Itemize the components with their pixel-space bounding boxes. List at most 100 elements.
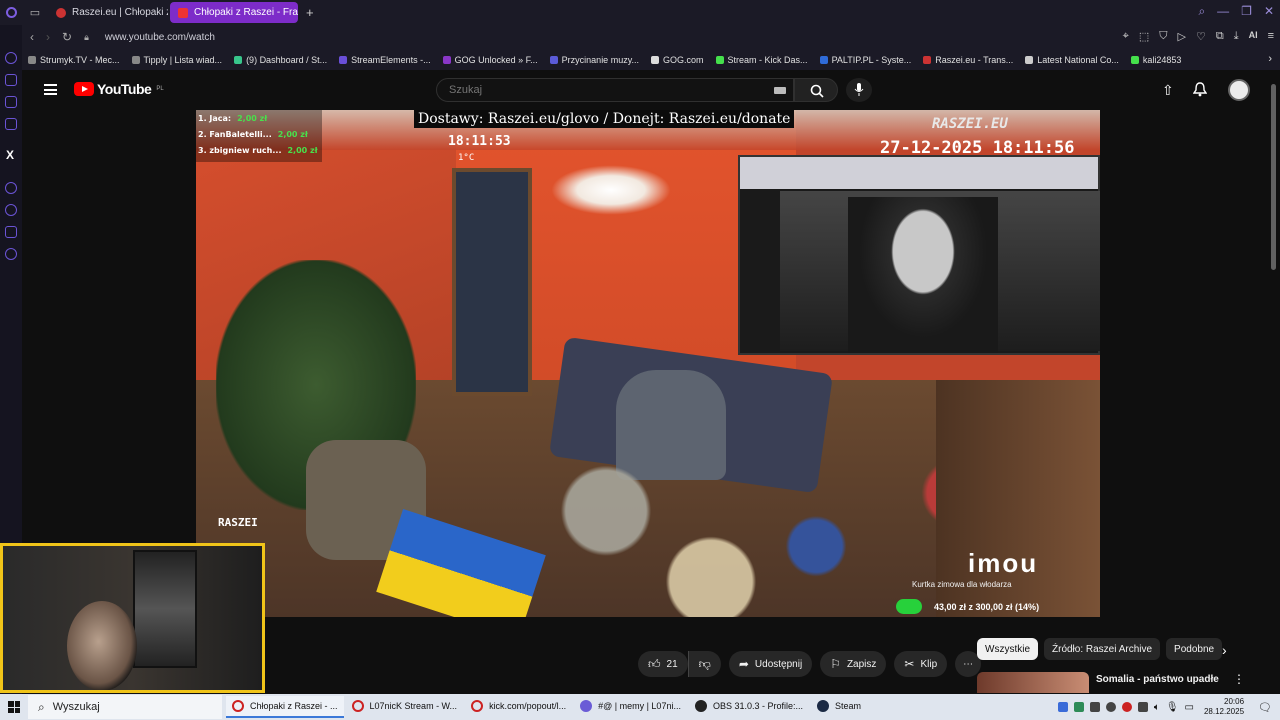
- hamburger-menu-icon[interactable]: [44, 84, 57, 95]
- chip-source[interactable]: Źródło: Raszei Archive: [1044, 638, 1161, 660]
- notifications-bell-icon[interactable]: [1192, 82, 1208, 100]
- webcam-poster: [133, 550, 197, 668]
- bookmark-icon: [442, 55, 451, 64]
- search-button[interactable]: [794, 78, 838, 102]
- bookmark-item[interactable]: Raszei.eu - Trans...: [923, 55, 1013, 65]
- player-icon[interactable]: [5, 182, 17, 194]
- taskbar-search[interactable]: ⌕ Wyszukaj: [28, 695, 222, 719]
- extensions-icon[interactable]: [5, 226, 17, 238]
- bookmark-item[interactable]: Strumyk.TV - Mec...: [28, 55, 120, 65]
- obs-icon: [694, 700, 707, 712]
- minimize-icon[interactable]: —: [1217, 4, 1229, 19]
- taskbar-item[interactable]: L07nicK Stream - W...: [346, 696, 464, 718]
- tray-app-icon[interactable]: [1073, 702, 1084, 712]
- overlay-raszei-label: RASZEI: [218, 516, 258, 529]
- bookmark-item[interactable]: PALTIP.PL - Syste...: [819, 55, 911, 65]
- start-button[interactable]: [0, 701, 28, 713]
- tab-label: Chłopaki z Raszei - Fra: [194, 7, 298, 18]
- menu-icon[interactable]: ≡: [1268, 30, 1274, 43]
- taskbar-item[interactable]: #@ | memy | L07ni...: [574, 696, 687, 718]
- thumbs-up-icon: 👍︎: [648, 656, 661, 671]
- taskbar-item[interactable]: Steam: [811, 696, 867, 718]
- video-title[interactable]: Somalia - państwo upadłe: [1096, 674, 1219, 685]
- video-thumbnail[interactable]: [977, 672, 1089, 693]
- keyboard-icon[interactable]: [774, 87, 786, 94]
- bookmark-item[interactable]: (9) Dashboard / St...: [234, 55, 327, 65]
- bookmark-icon: [923, 55, 932, 64]
- puzzle-icon[interactable]: ⧉: [1216, 30, 1224, 43]
- bookmark-item[interactable]: kali24853: [1130, 55, 1181, 65]
- save-button[interactable]: ⚐ Zapisz: [820, 651, 887, 677]
- volume-icon[interactable]: 🔈︎: [1154, 702, 1160, 713]
- bookmark-item[interactable]: Stream - Kick Das...: [715, 55, 808, 65]
- tray-app-icon[interactable]: [1057, 702, 1068, 712]
- like-button[interactable]: 👍︎ 21: [638, 651, 688, 677]
- microphone-icon[interactable]: 🎙︎: [1166, 702, 1179, 713]
- url-field[interactable]: www.youtube.com/watch: [105, 32, 215, 43]
- overlay-brand: RASZEI.EU: [932, 116, 1008, 132]
- search-input[interactable]: [436, 78, 794, 102]
- bookmark-item[interactable]: StreamElements -...: [339, 55, 431, 65]
- system-clock[interactable]: 20:06 28.12.2025: [1204, 697, 1244, 717]
- tab-youtube[interactable]: Chłopaki z Raszei - Fra: [170, 2, 298, 23]
- close-icon[interactable]: ✕: [1264, 4, 1274, 19]
- reload-icon[interactable]: ↻: [62, 30, 72, 44]
- network-icon[interactable]: ▭: [1185, 702, 1194, 713]
- shield-icon[interactable]: ⛉: [1159, 30, 1167, 43]
- bookmark-item[interactable]: Przycinanie muzy...: [549, 55, 639, 65]
- clip-button[interactable]: ✂ Klip: [894, 651, 948, 677]
- speaker-icon: [56, 7, 66, 18]
- account-avatar[interactable]: [1228, 79, 1250, 101]
- bookmark-item[interactable]: GOG.com: [651, 55, 704, 65]
- tray-app-icon[interactable]: [1137, 702, 1148, 712]
- search-tabs-icon[interactable]: ⌕: [1198, 4, 1205, 19]
- voice-search-button[interactable]: [846, 78, 872, 102]
- tray-app-icon[interactable]: [1105, 702, 1116, 712]
- dislike-button[interactable]: 👎︎: [687, 651, 721, 677]
- restore-icon[interactable]: ❐: [1241, 4, 1252, 19]
- forward-icon[interactable]: ›: [46, 30, 50, 44]
- chevron-right-icon[interactable]: ›: [1222, 642, 1227, 658]
- bookmark-item[interactable]: GOG Unlocked » F...: [442, 55, 538, 65]
- page-scrollbar[interactable]: [1271, 84, 1276, 270]
- messenger-icon[interactable]: [5, 52, 17, 64]
- play-icon[interactable]: ▷: [1178, 30, 1186, 43]
- opera-menu-icon[interactable]: [0, 0, 22, 25]
- new-tab-button[interactable]: +: [306, 5, 314, 20]
- video-player[interactable]: 1. Jaca: 2,00 zł 2. FanBaletelli... 2,00 z…: [196, 110, 1100, 617]
- chip-all[interactable]: Wszystkie: [977, 638, 1038, 660]
- bookmark-item[interactable]: Latest National Co...: [1025, 55, 1119, 65]
- ai-label[interactable]: AI: [1249, 30, 1258, 43]
- settings-icon[interactable]: [5, 248, 17, 260]
- youtube-logo[interactable]: YouTube PL: [74, 81, 164, 97]
- heart-icon[interactable]: ♡: [1196, 30, 1206, 43]
- share-button[interactable]: ➦ Udostępnij: [728, 651, 813, 677]
- tab-overview-icon[interactable]: ▭: [22, 6, 48, 19]
- inset-person: [848, 197, 998, 353]
- wallet-icon[interactable]: [5, 96, 17, 108]
- tab-raszei[interactable]: Raszei.eu | Chłopaki z: [48, 2, 168, 23]
- x-icon[interactable]: X: [6, 148, 14, 162]
- upload-icon[interactable]: ⇧: [1162, 82, 1174, 99]
- back-icon[interactable]: ‹: [30, 30, 34, 44]
- bookmark-item[interactable]: Tipply | Lista wiad...: [131, 55, 222, 65]
- recommended-video[interactable]: Somalia - państwo upadłe ⋮: [977, 672, 1267, 693]
- browser-tab-bar: ▭ Raszei.eu | Chłopaki z Chłopaki z Rasz…: [0, 0, 1280, 25]
- tray-app-icon[interactable]: [1121, 702, 1132, 712]
- donation-item: 2. FanBaletelli... 2,00 zł: [198, 130, 308, 139]
- taskbar-item[interactable]: OBS 31.0.3 - Profile:...: [689, 696, 809, 718]
- chip-similar[interactable]: Podobne: [1166, 638, 1223, 660]
- tray-app-icon[interactable]: [1089, 702, 1100, 712]
- bag-icon[interactable]: [5, 74, 17, 86]
- kebab-menu-icon[interactable]: ⋮: [1233, 672, 1245, 686]
- history-icon[interactable]: [5, 204, 17, 216]
- notifications-icon[interactable]: 🗨︎: [1258, 701, 1272, 714]
- taskbar-item[interactable]: kick.com/popout/l...: [465, 696, 572, 718]
- snapshot-icon[interactable]: ⬚: [1139, 30, 1149, 43]
- lock-icon: 🔒︎: [84, 31, 89, 42]
- taskbar-item[interactable]: Chłopaki z Raszei - ...: [226, 696, 344, 718]
- pin-icon[interactable]: ⌖: [1123, 30, 1129, 43]
- music-icon[interactable]: [5, 118, 17, 130]
- download-icon[interactable]: ⤓: [1234, 30, 1239, 43]
- more-bookmarks-icon[interactable]: ›: [1268, 53, 1272, 65]
